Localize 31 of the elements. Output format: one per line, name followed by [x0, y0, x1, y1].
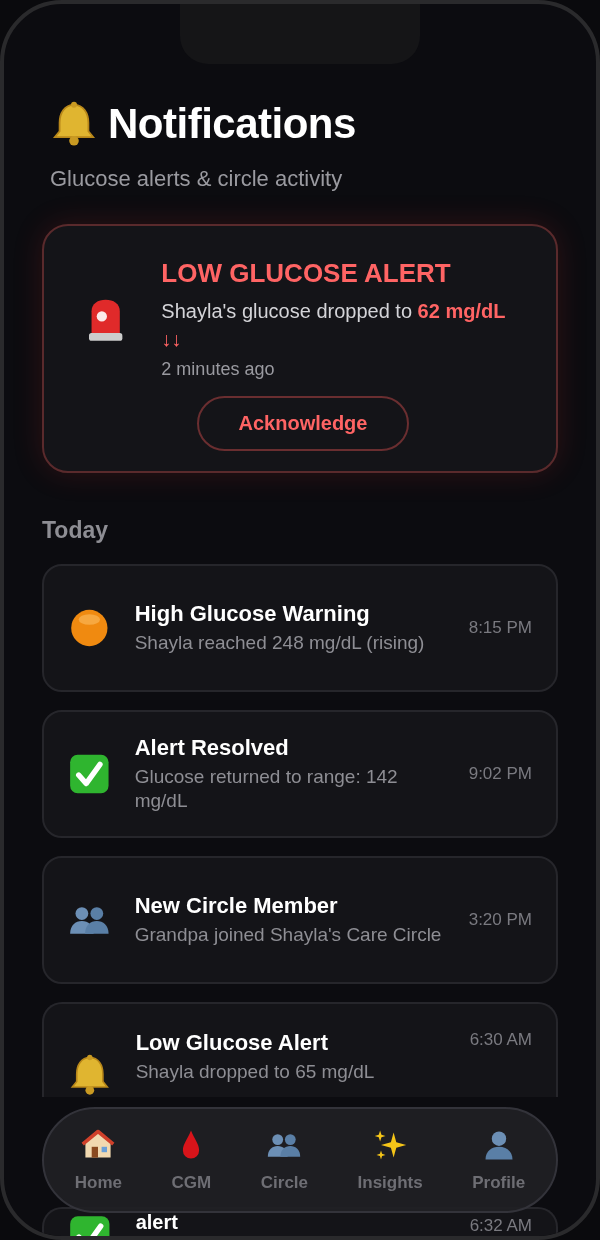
notification-time: 3:20 PM [468, 910, 532, 930]
notification-detail: Grandpa joined Shayla's Care Circle [134, 923, 443, 947]
alert-time: 2 minutes ago [161, 359, 276, 380]
alert-message: Shayla's glucose dropped to 62 mg/dL ↓↓ [161, 299, 506, 352]
nav-tab[interactable]: CGM [171, 1127, 212, 1193]
notification-detail: Shayla dropped to 65 mg/dL [135, 1060, 376, 1084]
section-heading: Today [42, 517, 110, 544]
notification-title: New Circle Member [134, 893, 339, 919]
page-title: Notifications [108, 100, 356, 148]
notification-title: alert [135, 1211, 179, 1233]
acknowledge-button[interactable]: Acknowledge [196, 396, 410, 451]
notification-time: 8:15 PM [468, 618, 532, 638]
bell-icon [50, 100, 98, 148]
notification-card[interactable]: Low Glucose Alert Shayla dropped to 65 mg/dL 6:30 AM [42, 1002, 558, 1097]
notification-card[interactable]: New Circle Member Grandpa joined Shayla's Care Circle 3:20 PM [42, 856, 558, 984]
notification-title: Alert Resolved [134, 735, 290, 761]
page-subtitle: Glucose alerts & circle activity [50, 166, 344, 192]
nav-tab[interactable]: Profile [472, 1127, 526, 1193]
notification-time: 6:32 AM [469, 1215, 532, 1236]
notification-title: Low Glucose Alert [135, 1030, 329, 1056]
notification-title: High Glucose Warning [134, 601, 371, 627]
notification-detail: Glucose returned to range: 142 mg/dL [134, 765, 399, 813]
nav-tab[interactable]: Insights [357, 1127, 423, 1193]
notification-time: 9:02 PM [468, 764, 532, 784]
notification-card[interactable]: High Glucose Warning Shayla reached 248 mg/dL (rising) 8:15 PM [42, 564, 558, 692]
nav-tab[interactable]: Circle [260, 1127, 308, 1193]
alert-title: LOW GLUCOSE ALERT [161, 258, 452, 289]
notification-time: 6:30 AM [469, 1030, 532, 1050]
notification-detail: Shayla reached 248 mg/dL (rising) [134, 631, 426, 655]
notification-card[interactable]: Alert Resolved Glucose returned to range: 142 mg/dL 9:02 PM [42, 710, 558, 838]
nav-tab[interactable]: Home [74, 1127, 122, 1193]
